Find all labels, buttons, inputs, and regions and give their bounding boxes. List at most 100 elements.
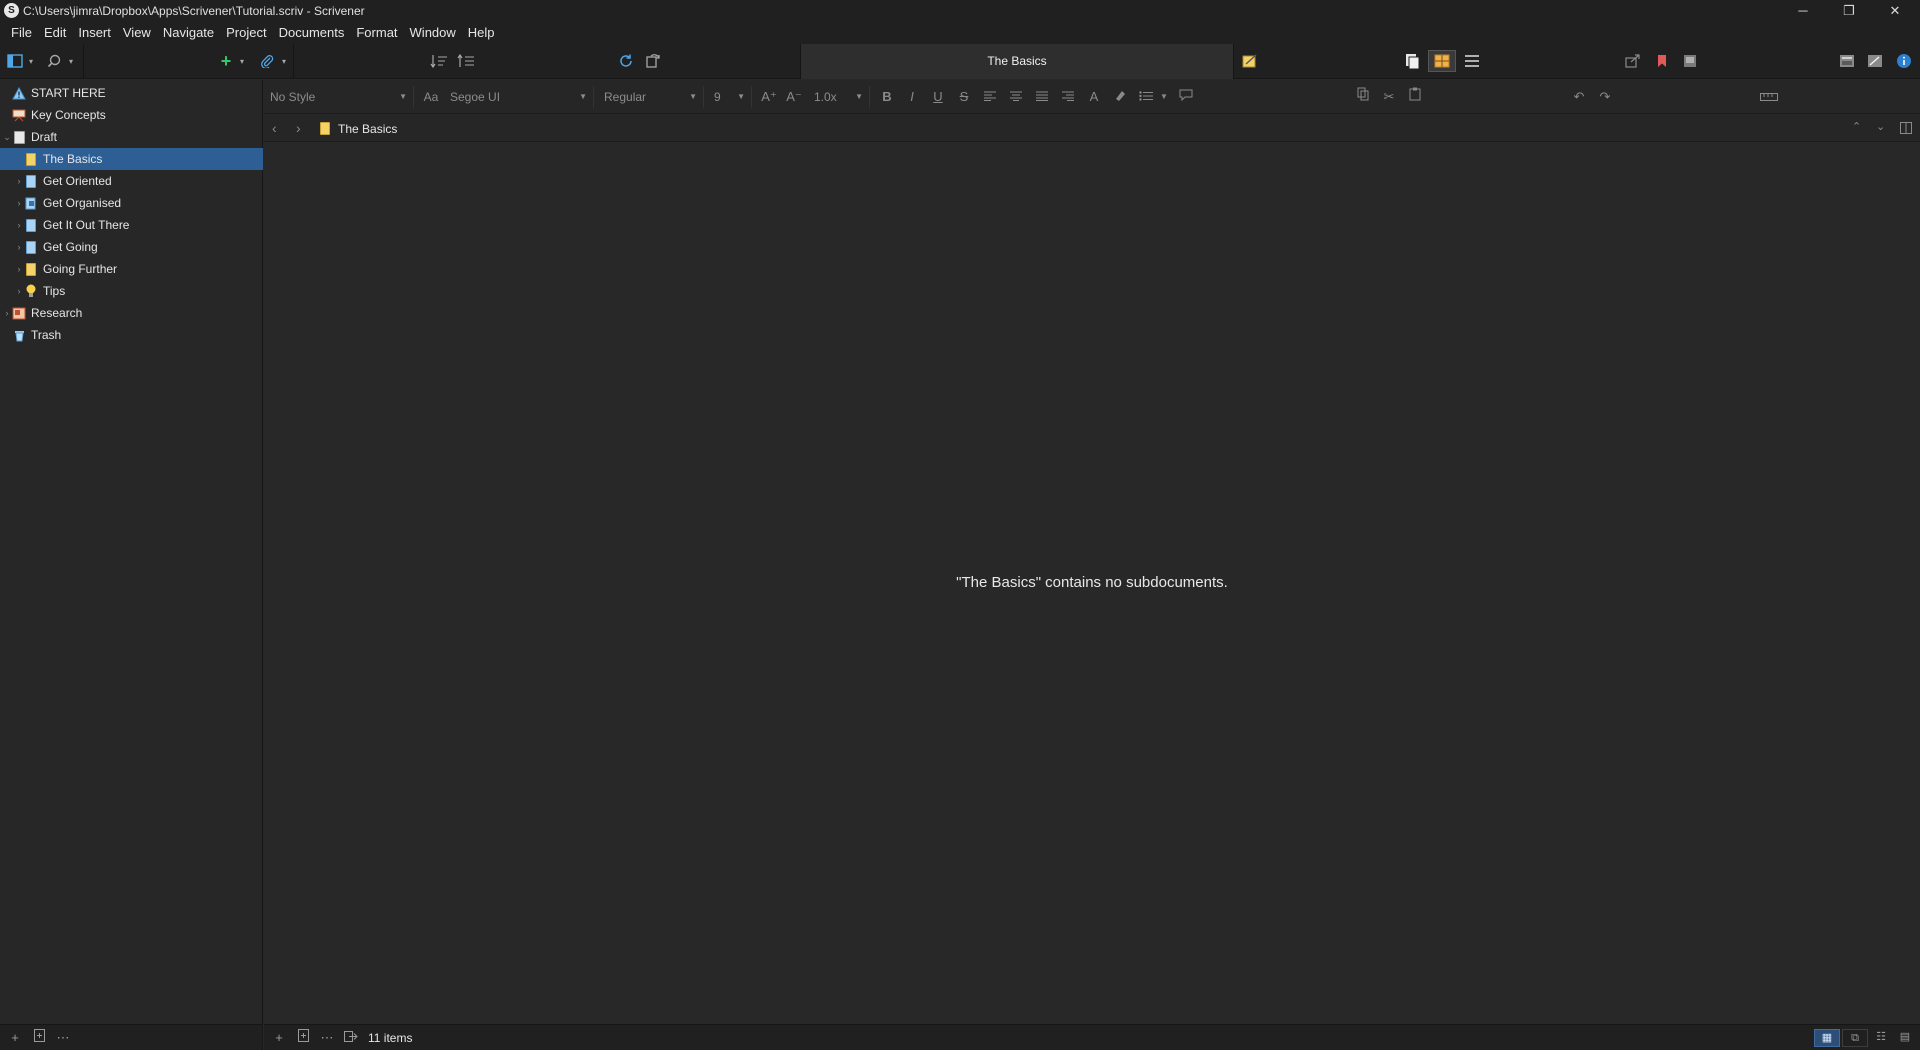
add-folder-icon[interactable] (30, 1029, 48, 1047)
binder-item-get-oriented[interactable]: › Get Oriented (0, 170, 263, 192)
binder-item-the-basics[interactable]: The Basics (0, 148, 263, 170)
inspector-info-icon[interactable] (1894, 51, 1914, 71)
add-card-icon[interactable]: + (270, 1029, 288, 1047)
binder-item-tips[interactable]: › Tips (0, 280, 263, 302)
compile-icon[interactable] (643, 51, 663, 71)
freeform-view-icon[interactable]: ⧉ (1842, 1029, 1868, 1047)
search-menu-chevron-icon[interactable]: ▾ (66, 51, 76, 71)
previous-document-icon[interactable]: ⌃ (1852, 120, 1861, 133)
binder-item-start-here[interactable]: START HERE (0, 82, 263, 104)
binder-item-draft[interactable]: ⌄ Draft (0, 126, 263, 148)
print-layout-icon[interactable] (1837, 51, 1857, 71)
header-document-title[interactable]: The Basics (338, 122, 397, 136)
chevron-right-icon[interactable]: › (2, 308, 12, 318)
style-select[interactable]: No Style ▼ (264, 86, 414, 108)
notepad-icon[interactable] (1240, 51, 1260, 71)
italic-button[interactable]: I (901, 86, 923, 108)
split-editor-icon[interactable] (1900, 122, 1912, 137)
more-options-icon[interactable]: ⋯ (318, 1029, 336, 1047)
attachment-menu-chevron-icon[interactable]: ▾ (279, 51, 289, 71)
menu-format[interactable]: Format (350, 22, 403, 44)
outliner-view-icon[interactable] (1460, 51, 1484, 71)
menu-documents[interactable]: Documents (273, 22, 351, 44)
font-size-select[interactable]: 9 ▼ (708, 86, 752, 108)
menu-edit[interactable]: Edit (38, 22, 72, 44)
binder-item-get-organised[interactable]: › Get Organised (0, 192, 263, 214)
minimize-button[interactable]: ─ (1780, 0, 1826, 22)
increase-font-size-icon[interactable]: A⁺ (758, 86, 780, 108)
menu-navigate[interactable]: Navigate (157, 22, 220, 44)
add-document-icon[interactable]: + (217, 51, 235, 71)
go-to-icon[interactable] (342, 1029, 360, 1047)
share-icon[interactable] (1623, 51, 1643, 71)
chevron-right-icon[interactable]: › (14, 198, 24, 208)
strikethrough-button[interactable]: S (953, 86, 975, 108)
close-button[interactable]: ✕ (1872, 0, 1918, 22)
back-arrow-icon[interactable]: ‹ (272, 120, 277, 136)
chevron-right-icon[interactable]: › (14, 264, 24, 274)
binder-item-get-it-out-there[interactable]: › Get It Out There (0, 214, 263, 236)
redo-icon[interactable]: ↷ (1594, 86, 1616, 108)
chevron-right-icon[interactable]: › (14, 286, 24, 296)
restore-button[interactable]: ❐ (1826, 0, 1872, 22)
grid-view-icon[interactable]: ▦ (1814, 1029, 1840, 1047)
add-menu-chevron-icon[interactable]: ▾ (237, 51, 247, 71)
binder-item-get-going[interactable]: › Get Going (0, 236, 263, 258)
menu-insert[interactable]: Insert (72, 22, 117, 44)
chevron-down-icon[interactable]: ⌄ (2, 132, 12, 143)
sort-descending-icon[interactable] (456, 51, 476, 71)
binder-item-key-concepts[interactable]: Key Concepts (0, 104, 263, 126)
ruler-icon[interactable] (1756, 86, 1782, 108)
binder-menu-chevron-icon[interactable]: ▾ (26, 51, 36, 71)
more-options-icon[interactable]: ⋯ (54, 1029, 72, 1047)
comment-icon[interactable] (1175, 86, 1197, 108)
fonts-panel-icon[interactable]: Aa (420, 86, 442, 108)
binder-item-research[interactable]: › Research (0, 302, 263, 324)
composition-mode-icon[interactable] (1865, 51, 1885, 71)
text-color-button[interactable]: A (1083, 86, 1105, 108)
menu-file[interactable]: File (5, 22, 38, 44)
chevron-right-icon[interactable]: › (14, 242, 24, 252)
align-center-icon[interactable] (1005, 86, 1027, 108)
bookmark-icon[interactable] (1652, 51, 1672, 71)
menu-help[interactable]: Help (462, 22, 501, 44)
align-justify-icon[interactable] (1031, 86, 1053, 108)
menu-window[interactable]: Window (404, 22, 462, 44)
underline-button[interactable]: U (927, 86, 949, 108)
decrease-font-size-icon[interactable]: A⁻ (783, 86, 805, 108)
inspector-image-icon[interactable] (1680, 51, 1700, 71)
forward-arrow-icon[interactable]: › (296, 120, 301, 136)
sort-ascending-icon[interactable] (429, 51, 449, 71)
chevron-right-icon[interactable]: › (14, 176, 24, 186)
list-menu-chevron-icon[interactable]: ▼ (1153, 86, 1175, 108)
card-size-icon[interactable]: ▤ (1892, 1029, 1918, 1047)
font-family-select[interactable]: Segoe UI ▼ (444, 86, 594, 108)
add-folder-card-icon[interactable] (294, 1029, 312, 1047)
binder-toggle-icon[interactable] (6, 51, 24, 71)
attachment-icon[interactable] (258, 51, 276, 71)
corkboard-editor[interactable]: "The Basics" contains no subdocuments. (264, 143, 1920, 1024)
cut-icon[interactable]: ✂ (1378, 86, 1400, 108)
highlight-icon[interactable] (1109, 86, 1131, 108)
menu-view[interactable]: View (117, 22, 157, 44)
line-spacing-select[interactable]: 1.0x ▼ (808, 86, 870, 108)
paste-icon[interactable] (1404, 86, 1426, 108)
sync-icon[interactable] (616, 51, 636, 71)
labels-view-icon[interactable]: ☷ (1868, 1029, 1894, 1047)
binder-item-trash[interactable]: Trash (0, 324, 263, 346)
scrivenings-view-icon[interactable] (1400, 51, 1424, 71)
add-item-icon[interactable]: + (6, 1029, 24, 1047)
binder-item-label: Draft (31, 130, 58, 144)
align-left-icon[interactable] (979, 86, 1001, 108)
font-weight-select[interactable]: Regular ▼ (598, 86, 704, 108)
align-right-icon[interactable] (1057, 86, 1079, 108)
next-document-icon[interactable]: ⌄ (1876, 120, 1885, 133)
chevron-right-icon[interactable]: › (14, 220, 24, 230)
menu-project[interactable]: Project (220, 22, 272, 44)
undo-icon[interactable]: ↶ (1568, 86, 1590, 108)
bold-button[interactable]: B (876, 86, 898, 108)
binder-item-going-further[interactable]: › Going Further (0, 258, 263, 280)
search-icon[interactable] (45, 51, 63, 71)
copy-icon[interactable] (1352, 86, 1374, 108)
corkboard-view-icon[interactable] (1428, 50, 1456, 72)
